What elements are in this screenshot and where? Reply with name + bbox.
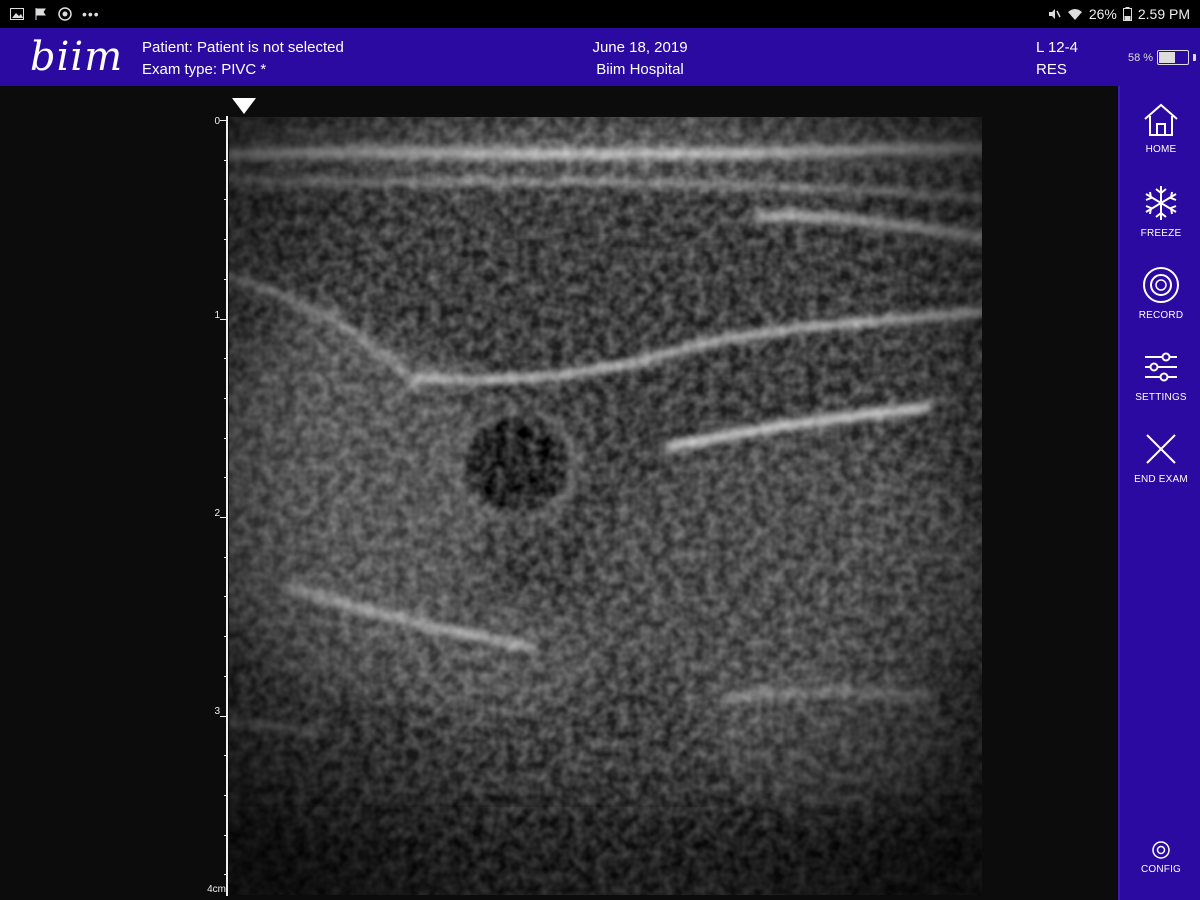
depth-label-0: 0 [214, 116, 220, 127]
home-icon [1144, 103, 1178, 136]
ultrasound-scan-graphic [229, 117, 982, 895]
minor-tick [224, 199, 228, 201]
major-tick [220, 318, 228, 320]
record-icon [1143, 267, 1179, 303]
minor-tick [224, 675, 228, 677]
snowflake-icon [1145, 186, 1177, 220]
end-exam-label: END EXAM [1134, 474, 1188, 485]
minor-tick [224, 159, 228, 161]
minor-tick [224, 834, 228, 836]
close-icon [1146, 434, 1176, 464]
minor-tick [224, 397, 228, 399]
minor-tick [224, 556, 228, 558]
minor-tick [224, 755, 228, 757]
major-tick [220, 120, 228, 121]
settings-button[interactable]: SETTINGS [1120, 348, 1200, 420]
app-header: biim Patient: Patient is not selected Ex… [0, 28, 1200, 86]
exam-date-location: June 18, 2019 Biim Hospital [560, 37, 720, 81]
sliders-icon [1145, 352, 1177, 382]
right-sidebar: HOME FREEZE RECORD SETTINGS END EXAM CON… [1118, 86, 1200, 900]
probe-battery-icon [1157, 50, 1190, 65]
record-button[interactable]: RECORD [1120, 266, 1200, 338]
depth-label-1: 1 [214, 310, 220, 321]
minor-tick [224, 794, 228, 796]
more-icon: ••• [82, 6, 100, 22]
patient-info[interactable]: Patient: Patient is not selected Exam ty… [142, 37, 344, 81]
minor-tick [224, 874, 228, 876]
minor-tick [224, 437, 228, 439]
gear-icon [1152, 841, 1170, 859]
battery-icon [1122, 7, 1132, 21]
freeze-button[interactable]: FREEZE [1120, 184, 1200, 256]
probe-battery-label: 58 % [1128, 51, 1154, 64]
app-logo: biim [30, 34, 124, 80]
end-exam-button[interactable]: END EXAM [1120, 430, 1200, 502]
app-icon [58, 7, 72, 21]
minor-tick [224, 596, 228, 598]
exam-date: June 18, 2019 [592, 39, 688, 56]
minor-tick [224, 636, 228, 638]
exam-type-line: Exam type: PIVC * [142, 61, 267, 78]
major-tick [220, 715, 228, 717]
mute-icon [1048, 9, 1061, 19]
home-label: HOME [1145, 144, 1177, 155]
minor-tick [224, 278, 228, 280]
patient-line: Patient: Patient is not selected [142, 39, 344, 56]
home-button[interactable]: HOME [1120, 102, 1200, 174]
depth-label-4: 4cm [207, 884, 226, 895]
gallery-icon [10, 8, 24, 20]
battery-percent: 26% [1088, 6, 1117, 22]
record-label: RECORD [1138, 310, 1184, 321]
flag-icon [35, 8, 46, 20]
settings-label: SETTINGS [1135, 392, 1187, 403]
probe-battery: 58 % [1128, 50, 1197, 65]
minor-tick [224, 358, 228, 360]
probe-info: L 12-4 RES [1036, 37, 1078, 81]
wifi-icon [1067, 9, 1082, 20]
minor-tick [224, 239, 228, 241]
minor-tick [224, 477, 228, 479]
status-time: 2.59 PM [1137, 6, 1190, 22]
freeze-label: FREEZE [1140, 228, 1182, 239]
depth-label-2: 2 [214, 508, 220, 519]
status-bar: ••• 26% 2.59 PM [0, 0, 1200, 28]
orientation-marker [232, 98, 256, 114]
major-tick [220, 517, 228, 518]
imaging-mode: RES [1036, 61, 1067, 78]
ultrasound-image [229, 117, 982, 895]
depth-scale [226, 116, 228, 896]
depth-label-3: 3 [214, 706, 220, 717]
hospital-name: Biim Hospital [596, 61, 684, 78]
config-label: CONFIG [1140, 864, 1182, 875]
config-button[interactable]: CONFIG [1120, 840, 1200, 890]
probe-model: L 12-4 [1036, 39, 1078, 56]
